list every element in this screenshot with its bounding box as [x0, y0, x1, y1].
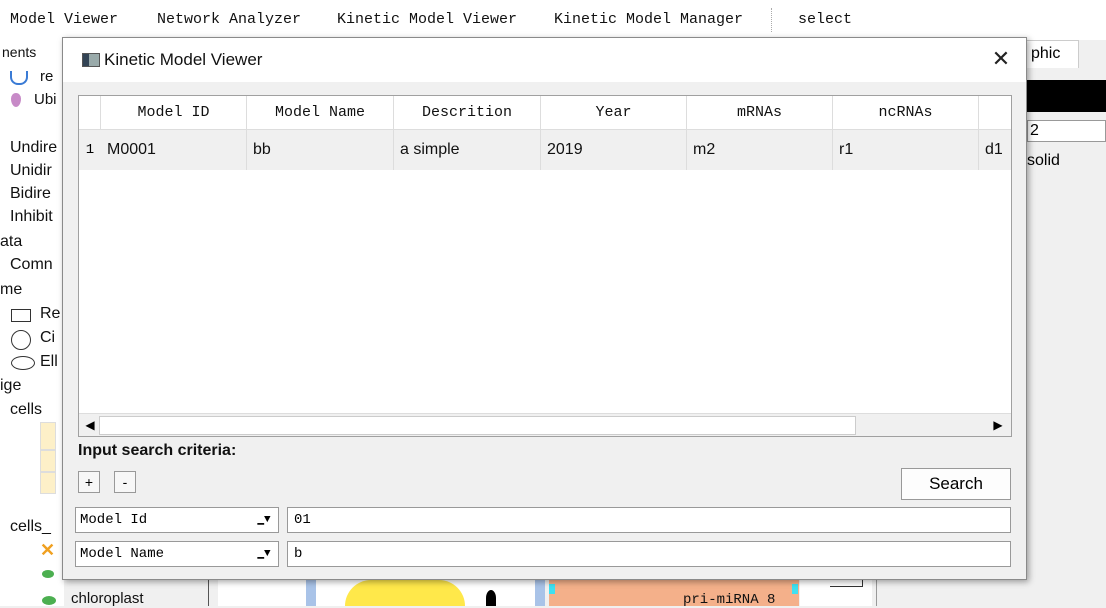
- cell-mrnas[interactable]: m2: [687, 130, 833, 170]
- window-icon: [82, 53, 100, 67]
- menu-separator: [771, 8, 772, 32]
- menu-select[interactable]: select: [798, 11, 852, 28]
- table-header: Model ID Model Name Descrition Year mRNA…: [79, 96, 1011, 130]
- right-tab[interactable]: phic: [1027, 40, 1079, 68]
- criteria-field-value: Model Name: [80, 546, 165, 562]
- scroll-left-icon[interactable]: ◀: [81, 416, 99, 434]
- canvas-line: [830, 586, 862, 587]
- criteria-value-input[interactable]: b: [287, 541, 1011, 567]
- search-criteria-label: Input search criteria:: [78, 442, 237, 459]
- criteria-value-input[interactable]: 01: [287, 507, 1011, 533]
- dropdown-arrow-icon[interactable]: ▁▼: [254, 545, 274, 563]
- left-item[interactable]: Unidir: [10, 162, 52, 180]
- left-item-chloroplast[interactable]: chloroplast: [71, 590, 144, 607]
- cell-ncrnas[interactable]: r1: [833, 130, 979, 170]
- left-item[interactable]: Inhibit: [10, 208, 53, 226]
- criteria-field-value: Model Id: [80, 512, 148, 528]
- criteria-field-select[interactable]: Model Id ▁▼: [75, 507, 279, 533]
- row-number[interactable]: 1: [79, 130, 101, 170]
- left-item[interactable]: Ci: [40, 329, 55, 347]
- left-item[interactable]: Comn: [10, 256, 53, 274]
- menu-network-analyzer[interactable]: Network Analyzer: [157, 11, 301, 28]
- column-header-ncrnas[interactable]: ncRNAs: [833, 96, 979, 130]
- cross-icon: ✕: [40, 540, 56, 560]
- left-item[interactable]: Ubi: [34, 91, 57, 108]
- panel-divider: [876, 578, 877, 606]
- line-style-field[interactable]: solid: [1027, 152, 1060, 170]
- scroll-thumb[interactable]: [99, 416, 856, 435]
- left-item[interactable]: Undire: [10, 139, 57, 157]
- close-button[interactable]: ✕: [988, 46, 1014, 72]
- dialog-titlebar[interactable]: Kinetic Model Viewer ✕: [63, 38, 1026, 82]
- left-section: ata: [0, 233, 23, 250]
- ellipse-icon: [11, 356, 35, 370]
- left-item[interactable]: Ell: [40, 353, 58, 371]
- column-header-description[interactable]: Descrition: [394, 96, 541, 130]
- add-criteria-button[interactable]: +: [78, 471, 100, 493]
- canvas-shape: [535, 578, 545, 606]
- left-section: ige: [0, 377, 22, 394]
- criteria-field-select[interactable]: Model Name ▁▼: [75, 541, 279, 567]
- kinetic-model-viewer-dialog: Kinetic Model Viewer ✕ Model ID Model Na…: [62, 37, 1027, 580]
- cell-description[interactable]: a simple: [394, 130, 541, 170]
- canvas-handle: [549, 584, 555, 594]
- model-table: Model ID Model Name Descrition Year mRNA…: [78, 95, 1012, 437]
- left-item[interactable]: cells: [10, 401, 42, 419]
- menu-model-viewer[interactable]: Model Viewer: [10, 11, 118, 28]
- canvas-cell-shape: [345, 580, 465, 606]
- remove-criteria-button[interactable]: -: [114, 471, 136, 493]
- left-item[interactable]: re: [40, 68, 53, 85]
- column-header-model-name[interactable]: Model Name: [247, 96, 394, 130]
- ubiquitin-icon: [11, 93, 21, 107]
- canvas-shape: [486, 590, 496, 606]
- reaction-icon: [10, 71, 28, 85]
- left-item[interactable]: Bidire: [10, 185, 51, 203]
- cell-image-icon: [40, 422, 56, 450]
- menu-bar: Model Viewer Network Analyzer Kinetic Mo…: [0, 0, 1106, 40]
- left-item[interactable]: Re: [40, 305, 60, 323]
- column-header-mrnas[interactable]: mRNAs: [687, 96, 833, 130]
- panel-divider: [208, 578, 209, 606]
- color-swatch[interactable]: [1027, 80, 1106, 112]
- organelle-icon: [42, 570, 54, 578]
- column-header-model-id[interactable]: Model ID: [101, 96, 247, 130]
- dialog-title: Kinetic Model Viewer: [104, 50, 263, 69]
- menu-kinetic-model-viewer[interactable]: Kinetic Model Viewer: [337, 11, 517, 28]
- canvas-shape: [306, 578, 316, 606]
- scroll-right-icon[interactable]: ▶: [989, 416, 1007, 434]
- cell-year[interactable]: 2019: [541, 130, 687, 170]
- menu-kinetic-model-manager[interactable]: Kinetic Model Manager: [554, 11, 743, 28]
- corner-cell: [79, 96, 101, 130]
- chloroplast-icon: [42, 596, 56, 605]
- canvas-handle: [792, 584, 798, 594]
- dropdown-arrow-icon[interactable]: ▁▼: [254, 511, 274, 529]
- left-tab-label[interactable]: nents: [2, 44, 36, 60]
- left-item[interactable]: cells_: [10, 518, 51, 536]
- cell-model-id[interactable]: M0001: [101, 130, 247, 170]
- table-row[interactable]: M0001 bb a simple 2019 m2 r1 d1: [101, 130, 1011, 170]
- cell-more[interactable]: d1: [979, 130, 1011, 170]
- cell-image-icon: [40, 450, 56, 472]
- search-button[interactable]: Search: [901, 468, 1011, 500]
- column-header-year[interactable]: Year: [541, 96, 687, 130]
- cell-model-name[interactable]: bb: [247, 130, 394, 170]
- left-section: me: [0, 281, 23, 298]
- column-header-more[interactable]: [979, 96, 1011, 130]
- left-panel: nents re Ubi Undire Unidir Bidire Inhibi…: [0, 40, 144, 607]
- rectangle-icon: [11, 309, 31, 322]
- canvas-area: [218, 578, 306, 606]
- horizontal-scrollbar[interactable]: ◀ ▶: [79, 413, 1011, 436]
- line-width-field[interactable]: 2: [1027, 120, 1106, 142]
- cell-image-icon: [40, 472, 56, 494]
- circle-icon: [11, 330, 31, 350]
